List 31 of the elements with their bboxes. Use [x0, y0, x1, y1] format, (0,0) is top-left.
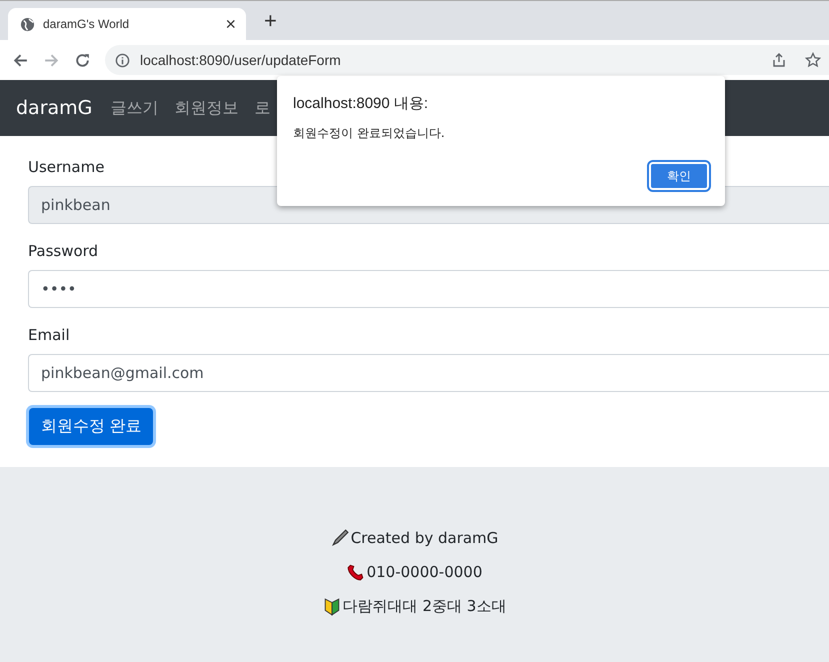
info-icon [115, 52, 130, 68]
phone-icon [346, 563, 365, 581]
nav-link[interactable]: 회원정보 [174, 98, 238, 118]
pencil-icon [330, 529, 349, 547]
brand-link[interactable]: daramG [16, 97, 92, 119]
field-label: Username [28, 158, 106, 176]
back-icon[interactable] [12, 52, 29, 68]
footer-text: 010-0000-0000 [366, 563, 482, 581]
footer-text: 다람쥐대대 2중대 3소대 [342, 597, 506, 616]
beginner-mark-icon [322, 598, 341, 616]
submit-button[interactable]: 회원수정 완료 [29, 408, 154, 445]
dialog-title: localhost:8090 내용: [293, 94, 430, 113]
address-bar[interactable]: localhost:8090/user/updateForm [105, 45, 829, 75]
browser-tab[interactable]: daramG's World × [8, 8, 246, 40]
footer-text: Created by daramG [350, 529, 498, 547]
ok-button[interactable]: 확인 [649, 162, 709, 190]
close-tab-button[interactable]: × [225, 14, 236, 34]
input-field[interactable]: pinkbean@gmail.com [28, 354, 829, 392]
input-field[interactable]: •••• [28, 270, 829, 308]
tab-title: daramG's World [43, 17, 130, 31]
star-icon[interactable] [805, 52, 821, 68]
share-icon[interactable] [771, 52, 787, 68]
url-text: localhost:8090/user/updateForm [140, 52, 342, 68]
new-tab-button[interactable]: + [264, 8, 277, 34]
nav-link[interactable]: 로 [254, 98, 270, 118]
reload-icon[interactable] [74, 52, 91, 68]
field-label: Password [28, 242, 100, 260]
field-label: Email [28, 326, 71, 344]
dialog-message: 회원수정이 완료되었습니다. [293, 125, 446, 142]
globe-icon [20, 16, 35, 32]
nav-link[interactable]: 글쓰기 [110, 98, 158, 118]
